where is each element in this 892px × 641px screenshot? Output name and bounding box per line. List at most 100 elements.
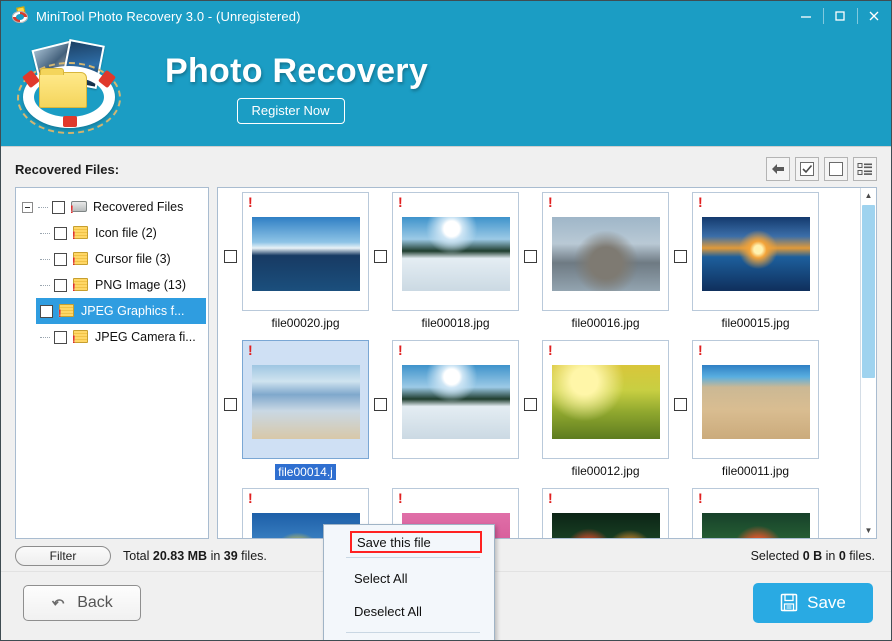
thumbnail-item[interactable]: ! [372, 340, 522, 488]
warning-icon: ! [698, 490, 703, 506]
undo-arrow-icon [51, 595, 68, 611]
thumbnail-checkbox[interactable] [224, 250, 237, 263]
tree-connector [40, 258, 50, 260]
tree-label-cursor-file: Cursor file (3) [95, 252, 171, 266]
selected-count: 0 [838, 549, 846, 563]
tree-row-jpeg-graphics[interactable]: ! JPEG Graphics f... [36, 298, 206, 324]
thumbnail-label: file00014.j [275, 464, 336, 480]
collapse-toggle-icon[interactable] [22, 201, 33, 213]
tree-checkbox-icon-file[interactable] [54, 226, 67, 240]
thumbnail-item[interactable]: ! file00018.jpg [372, 192, 522, 340]
thumbnail-image [251, 216, 360, 291]
tree-row-icon-file[interactable]: ! Icon file (2) [20, 220, 206, 246]
back-button[interactable]: Back [23, 584, 141, 621]
thumbnail-preview[interactable]: ! [692, 192, 819, 311]
tree-row-png-image[interactable]: ! PNG Image (13) [20, 272, 206, 298]
thumbnail-preview[interactable]: ! [542, 340, 669, 459]
thumbnail-item[interactable]: ! [672, 488, 822, 538]
warning-icon: ! [248, 194, 253, 210]
thumbnail-preview[interactable]: ! [542, 488, 669, 538]
tree-checkbox-jpeg-camera[interactable] [54, 330, 67, 344]
menu-item-change-to-list-view[interactable]: Change to List View [324, 637, 494, 640]
thumbnail-image [251, 364, 360, 439]
thumbnail-checkbox[interactable] [524, 250, 537, 263]
file-type-tree[interactable]: ! Recovered Files ! Icon file (2) ! Curs… [15, 187, 209, 539]
thumbnail-preview[interactable]: ! [542, 192, 669, 311]
thumbnail-checkbox[interactable] [374, 250, 387, 263]
thumbnail-item[interactable]: ! file00016.jpg [522, 192, 672, 340]
tree-row-jpeg-camera[interactable]: ! JPEG Camera fi... [20, 324, 206, 350]
thumbnail-preview[interactable]: ! [242, 340, 369, 459]
scrollbar-track[interactable] [862, 203, 875, 523]
filter-button[interactable]: Filter [15, 546, 111, 566]
tree-connector [38, 206, 48, 208]
save-button[interactable]: Save [753, 582, 873, 623]
view-toolbar [766, 157, 877, 181]
thumbnail-checkbox[interactable] [524, 398, 537, 411]
thumbnail-item[interactable]: ! file00011.jpg [672, 340, 822, 488]
tree-label-jpeg-graphics: JPEG Graphics f... [81, 304, 185, 318]
thumbnail-checkbox[interactable] [674, 250, 687, 263]
window-title: MiniTool Photo Recovery 3.0 - (Unregiste… [36, 8, 301, 24]
deselect-all-icon[interactable] [824, 157, 848, 181]
tree-label-icon-file: Icon file (2) [95, 226, 157, 240]
scroll-down-icon[interactable]: ▼ [861, 523, 877, 538]
thumbnail-label: file00012.jpg [571, 464, 640, 478]
close-icon[interactable] [857, 1, 891, 31]
tree-row-root[interactable]: ! Recovered Files [20, 194, 206, 220]
thumbnail-preview[interactable]: ! [242, 192, 369, 311]
content-area: Recovered Files: ! Recovered Files ! Ico… [1, 146, 891, 640]
back-button-label: Back [77, 593, 113, 611]
thumbnail-checkbox[interactable] [674, 398, 687, 411]
thumbnail-item[interactable]: ! file00020.jpg [222, 192, 372, 340]
thumbnail-preview[interactable]: ! [392, 192, 519, 311]
thumbnail-checkbox[interactable] [374, 398, 387, 411]
tree-connector [40, 232, 50, 234]
tree-row-cursor-file[interactable]: ! Cursor file (3) [20, 246, 206, 272]
tree-checkbox-cursor-file[interactable] [54, 252, 67, 266]
minimize-icon[interactable] [789, 1, 823, 31]
thumbnail-image [701, 364, 810, 439]
folder-icon: ! [72, 252, 89, 268]
tree-checkbox-root[interactable] [52, 200, 65, 214]
thumbnail-image [701, 512, 810, 538]
register-now-button[interactable]: Register Now [236, 97, 345, 124]
content-header: Recovered Files: [15, 156, 877, 182]
total-prefix: Total [123, 549, 153, 563]
thumbnail-item[interactable]: ! file00012.jpg [522, 340, 672, 488]
warning-icon: ! [398, 194, 403, 210]
thumbnail-list: ! file00020.jpg ! file00018.jpg ! file00… [218, 188, 860, 538]
menu-item-select-all[interactable]: Select All [324, 562, 494, 595]
warning-icon: ! [548, 342, 553, 358]
thumbnail-item-selected[interactable]: ! file00014.j [222, 340, 372, 488]
select-all-icon[interactable] [795, 157, 819, 181]
scroll-up-icon[interactable]: ▲ [861, 188, 877, 203]
warning-icon: ! [698, 342, 703, 358]
tree-checkbox-png-image[interactable] [54, 278, 67, 292]
selected-status-text: Selected 0 B in 0 files. [751, 549, 875, 563]
thumbnail-checkbox[interactable] [224, 398, 237, 411]
context-menu[interactable]: Save this file Select All Deselect All C… [323, 524, 495, 640]
thumbnail-label: file00016.jpg [571, 316, 640, 330]
thumbnail-item[interactable]: ! [522, 488, 672, 538]
back-arrow-icon[interactable] [766, 157, 790, 181]
thumbnail-item[interactable]: ! file00015.jpg [672, 192, 822, 340]
scrollbar-thumb[interactable] [862, 205, 875, 378]
thumbnail-label: file00011.jpg [721, 464, 790, 478]
lifebuoy-photos-logo-icon [13, 36, 153, 141]
thumbnail-preview[interactable]: ! [392, 340, 519, 459]
vertical-scrollbar[interactable]: ▲ ▼ [860, 188, 876, 538]
menu-item-save-this-file[interactable]: Save this file [350, 531, 482, 553]
thumbnail-preview[interactable]: ! [692, 488, 819, 538]
tree-label-root: Recovered Files [93, 200, 184, 214]
thumbnail-image [401, 216, 510, 291]
thumbnail-preview[interactable]: ! [692, 340, 819, 459]
list-view-icon[interactable] [853, 157, 877, 181]
folder-icon: ! [72, 330, 89, 346]
recovered-files-label: Recovered Files: [15, 161, 120, 177]
drive-icon: ! [70, 200, 87, 216]
total-count: 39 [223, 549, 238, 563]
menu-item-deselect-all[interactable]: Deselect All [324, 595, 494, 628]
maximize-icon[interactable] [823, 1, 857, 31]
tree-checkbox-jpeg-graphics[interactable] [40, 304, 53, 318]
